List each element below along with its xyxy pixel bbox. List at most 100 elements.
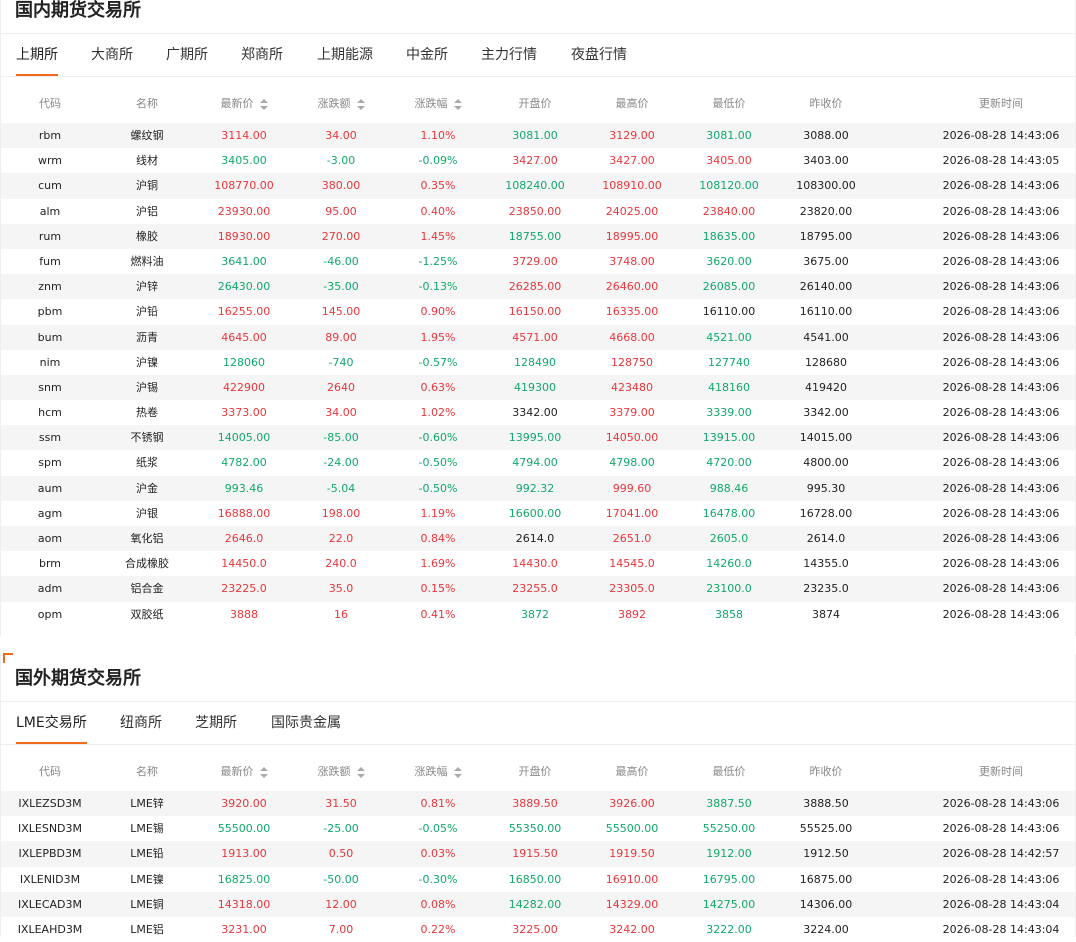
- header-label: 最新价: [220, 97, 254, 110]
- header-label: 涨跌幅: [414, 765, 448, 778]
- col-header-prev-close: 昨收价: [776, 95, 876, 111]
- sort-icon[interactable]: [259, 766, 268, 778]
- tab-czce[interactable]: 郑商所: [241, 34, 283, 76]
- tab-lme[interactable]: LME交易所: [16, 702, 87, 744]
- sort-icon[interactable]: [259, 98, 268, 110]
- tab-night-session[interactable]: 夜盘行情: [571, 34, 627, 76]
- col-header-last-price[interactable]: 最新价: [194, 95, 294, 111]
- cell-prev-close: 55525.00: [799, 822, 853, 836]
- sort-icon[interactable]: [453, 766, 462, 778]
- col-header-code: 代码: [0, 763, 100, 779]
- col-header-low: 最低价: [679, 95, 779, 111]
- table-row[interactable]: IXLEAHD3M LME铝 3231.00 7.00 0.22% 3225.00 3242…: [1, 917, 1075, 942]
- col-header-last-price[interactable]: 最新价: [194, 763, 294, 779]
- cell-prev-close: 1912.50: [803, 847, 849, 861]
- table-row[interactable]: snm 沪锡 422900 2640 0.63% 419300 423480 418160 41…: [1, 374, 1075, 401]
- table-row[interactable]: opm 双胶纸 3888 16 0.41% 3872 3892 3858 3874 2026-08…: [1, 602, 1075, 627]
- table-row[interactable]: IXLEZSD3M LME锌 3920.00 31.50 0.81% 3889.50 392…: [1, 791, 1075, 817]
- table-row[interactable]: nim 沪镍 128060 -740 -0.57% 128490 128750 127740 1…: [1, 350, 1075, 375]
- sort-icon[interactable]: [356, 766, 365, 778]
- col-header-high: 最高价: [582, 763, 682, 779]
- table-row[interactable]: agm 沪银 16888.00 198.00 1.19% 16600.00 17041.00…: [1, 501, 1075, 526]
- header-label: 代码: [39, 97, 61, 110]
- tab-gfex[interactable]: 广期所: [166, 34, 208, 76]
- table-row[interactable]: aum 沪金 993.46 -5.04 -0.50% 992.32 999.60 988.46…: [1, 475, 1075, 501]
- cell-prev-close: 108300.00: [796, 179, 856, 193]
- tab-cme[interactable]: 芝期所: [195, 702, 237, 744]
- table-row[interactable]: cum 沪铜 108770.00 380.00 0.35% 108240.00 108910…: [1, 173, 1075, 199]
- table-row[interactable]: aom 氧化铝 2646.0 22.0 0.84% 2614.0 2651.0 2605.0 2…: [1, 526, 1075, 552]
- cell-prev-close: 3342.00: [803, 406, 849, 420]
- tab-nymex[interactable]: 纽商所: [120, 702, 162, 744]
- cell-prev-close: 23820.00: [799, 204, 853, 218]
- table-header: 代码 名称 最新价 涨跌额 涨跌幅 开盘价 最高价 最低价 昨收价 更新时间: [1, 77, 1075, 123]
- table-row[interactable]: brm 合成橡胶 14450.0 240.0 1.69% 14430.0 14545.0 14…: [1, 551, 1075, 576]
- table-row[interactable]: ssm 不锈钢 14005.00 -85.00 -0.60% 13995.00 14050.…: [1, 425, 1075, 451]
- table-row[interactable]: hcm 热卷 3373.00 34.00 1.02% 3342.00 3379.00 3339…: [1, 400, 1075, 425]
- header-label: 昨收价: [809, 97, 843, 110]
- cell-update-time: 2026-08-28 14:43:06: [942, 229, 1060, 243]
- header-label: 最高价: [615, 765, 649, 778]
- col-header-change[interactable]: 涨跌额: [291, 763, 391, 779]
- tab-cffex[interactable]: 中金所: [406, 34, 448, 76]
- table-row[interactable]: IXLECAD3M LME铜 14318.00 12.00 0.08% 14282.00 1…: [1, 891, 1075, 917]
- cell-update-time: 2026-08-28 14:43:06: [942, 380, 1060, 394]
- table-row[interactable]: fum 燃料油 3641.00 -46.00 -1.25% 3729.00 3748.00 3…: [1, 249, 1075, 274]
- col-header-code: 代码: [0, 95, 100, 111]
- corner-decoration: [3, 653, 13, 663]
- cell-update-time: 2026-08-28 14:43:05: [942, 154, 1060, 168]
- col-header-high: 最高价: [582, 95, 682, 111]
- cell-update-time: 2026-08-28 14:43:06: [942, 872, 1060, 886]
- sort-icon[interactable]: [356, 98, 365, 110]
- cell-update-time: 2026-08-28 14:43:06: [942, 506, 1060, 520]
- table-row[interactable]: znm 沪锌 26430.00 -35.00 -0.13% 26285.00 26460.0…: [1, 274, 1075, 300]
- cell-update-time: 2026-08-28 14:43:06: [942, 797, 1060, 810]
- foreign-table-body: IXLEZSD3M LME锌 3920.00 31.50 0.81% 3889.50 392…: [1, 791, 1075, 942]
- cell-prev-close: 26140.00: [799, 280, 853, 294]
- table-row[interactable]: rbm 螺纹钢 3114.00 34.00 1.10% 3081.00 3129.00 308…: [1, 123, 1075, 149]
- tab-ine[interactable]: 上期能源: [317, 34, 373, 76]
- cell-prev-close: 3888.50: [803, 797, 849, 810]
- header-label: 最新价: [220, 765, 254, 778]
- cell-prev-close: 4541.00: [803, 330, 849, 344]
- table-row[interactable]: adm 铝合金 23225.0 35.0 0.15% 23255.0 23305.0 2310…: [1, 576, 1075, 602]
- tab-shfe[interactable]: 上期所: [16, 34, 58, 76]
- header-label: 涨跌额: [317, 97, 351, 110]
- col-header-change[interactable]: 涨跌额: [291, 95, 391, 111]
- tab-precious-metals[interactable]: 国际贵金属: [271, 702, 341, 744]
- header-label: 更新时间: [979, 97, 1023, 110]
- tab-main-contracts[interactable]: 主力行情: [481, 34, 537, 76]
- col-header-prev-close: 昨收价: [776, 763, 876, 779]
- cell-update-time: 2026-08-28 14:43:04: [942, 922, 1060, 936]
- cell-update-time: 2026-08-28 14:43:06: [942, 557, 1060, 571]
- foreign-exchange-section: 国外期货交易所 LME交易所 纽商所 芝期所 国际贵金属 代码 名称 最新价 涨跌额 涨跌幅 开…: [0, 653, 1076, 937]
- table-row[interactable]: pbm 沪铅 16255.00 145.00 0.90% 16150.00 16335.00…: [1, 299, 1075, 324]
- table-row[interactable]: IXLEPBD3M LME铅 1913.00 0.50 0.03% 1915.50 1919…: [1, 841, 1075, 867]
- table-row[interactable]: alm 沪铝 23930.00 95.00 0.40% 23850.00 24025.00 2…: [1, 199, 1075, 224]
- tab-dce[interactable]: 大商所: [91, 34, 133, 76]
- col-header-update-time: 更新时间: [951, 763, 1051, 779]
- header-label: 名称: [136, 97, 158, 110]
- sort-icon[interactable]: [453, 98, 462, 110]
- header-label: 最高价: [615, 97, 649, 110]
- table-row[interactable]: IXLESND3M LME锡 55500.00 -25.00 -0.05% 55350.0…: [1, 816, 1075, 841]
- cell-update-time: 2026-08-28 14:43:06: [942, 280, 1060, 294]
- col-header-change-pct[interactable]: 涨跌幅: [388, 95, 488, 111]
- domestic-tabs: 上期所 大商所 广期所 郑商所 上期能源 中金所 主力行情 夜盘行情: [1, 34, 1075, 77]
- cell-update-time: 2026-08-28 14:43:06: [942, 129, 1060, 142]
- table-row[interactable]: rum 橡胶 18930.00 270.00 1.45% 18755.00 18995.00…: [1, 223, 1075, 249]
- cell-update-time: 2026-08-28 14:43:06: [942, 406, 1060, 420]
- header-label: 名称: [136, 765, 158, 778]
- table-header: 代码 名称 最新价 涨跌额 涨跌幅 开盘价 最高价 最低价 昨收价 更新时间: [1, 745, 1075, 791]
- section-title: 国内期货交易所: [1, 0, 1075, 34]
- table-row[interactable]: bum 沥青 4645.00 89.00 1.95% 4571.00 4668.00 4521…: [1, 324, 1075, 350]
- cell-update-time: 2026-08-28 14:43:06: [942, 456, 1060, 470]
- cell-prev-close: 16728.00: [799, 506, 853, 520]
- table-row[interactable]: IXLENID3M LME镍 16825.00 -50.00 -0.30% 16850.0…: [1, 867, 1075, 892]
- cell-prev-close: 3874: [812, 607, 840, 621]
- cell-prev-close: 995.30: [806, 481, 846, 495]
- col-header-change-pct[interactable]: 涨跌幅: [388, 763, 488, 779]
- table-row[interactable]: wrm 线材 3405.00 -3.00 -0.09% 3427.00 3427.00 340…: [1, 148, 1075, 173]
- table-row[interactable]: spm 纸浆 4782.00 -24.00 -0.50% 4794.00 4798.00 47…: [1, 450, 1075, 475]
- cell-update-time: 2026-08-28 14:43:06: [942, 204, 1060, 218]
